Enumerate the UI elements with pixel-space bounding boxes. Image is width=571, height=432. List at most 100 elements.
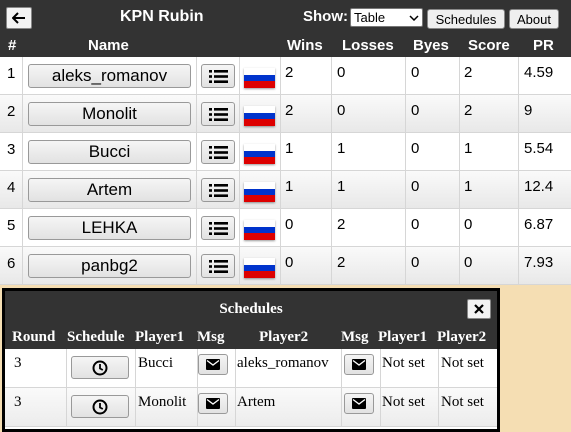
player-name-button[interactable]: Monolit	[28, 102, 191, 126]
player-rank: 1	[7, 65, 16, 82]
cell-divider	[239, 133, 240, 171]
cell-divider	[196, 171, 197, 209]
russia-flag-icon	[244, 106, 275, 126]
player-pr: 7.93	[524, 254, 554, 271]
schedule-player1: Bucci	[138, 355, 173, 371]
cell-divider	[22, 133, 23, 171]
player-score: 0	[464, 216, 473, 233]
cell-divider	[235, 388, 236, 427]
cell-divider	[196, 133, 197, 171]
col-wins: Wins	[287, 37, 323, 54]
list-icon	[208, 69, 228, 83]
table-header: # Name Wins Losses Byes Score PR	[0, 35, 571, 57]
player-name-button[interactable]: panbg2	[28, 254, 191, 278]
sched-col-round: Round	[12, 329, 56, 345]
list-icon	[208, 145, 228, 159]
player-losses: 2	[337, 254, 346, 271]
schedule-time-button[interactable]	[71, 356, 129, 379]
cell-divider	[331, 57, 332, 95]
envelope-icon	[352, 398, 366, 409]
cell-divider	[22, 57, 23, 95]
russia-flag-icon	[244, 68, 275, 88]
player-rank: 3	[7, 141, 16, 158]
player-name-button[interactable]: LEHKA	[28, 216, 191, 240]
player-pr: 12.4	[524, 178, 554, 195]
cell-divider	[22, 247, 23, 285]
cell-divider	[280, 133, 281, 171]
player-wins: 0	[285, 254, 294, 271]
player-details-button[interactable]	[201, 254, 235, 278]
cell-divider	[331, 95, 332, 133]
player-details-button[interactable]	[201, 178, 235, 202]
sched-col-msg1: Msg	[197, 329, 225, 345]
message-player1-button[interactable]	[198, 393, 228, 414]
cell-divider	[66, 349, 67, 388]
cell-divider	[280, 171, 281, 209]
close-button[interactable]	[467, 299, 491, 319]
cell-divider	[135, 349, 136, 388]
player-details-button[interactable]	[201, 64, 235, 88]
player-pr: 6.87	[524, 216, 554, 233]
cell-divider	[22, 171, 23, 209]
schedule-player2: Artem	[237, 394, 276, 410]
cell-divider	[196, 95, 197, 133]
cell-divider	[331, 247, 332, 285]
player-details-button[interactable]	[201, 140, 235, 164]
sched-col-schedule: Schedule	[67, 329, 125, 345]
message-player2-button[interactable]	[344, 354, 374, 375]
cell-divider	[331, 209, 332, 247]
player-pr: 4.59	[524, 64, 554, 81]
col-rank: #	[8, 37, 17, 54]
list-icon	[208, 107, 228, 121]
player-wins: 2	[285, 102, 294, 119]
cell-divider	[518, 133, 519, 171]
clock-icon	[92, 399, 108, 414]
player-details-button[interactable]	[201, 102, 235, 126]
player-rank: 6	[7, 255, 16, 272]
player-name-button[interactable]: Artem	[28, 178, 191, 202]
cell-divider	[518, 57, 519, 95]
cell-divider	[196, 209, 197, 247]
col-pr: PR	[533, 37, 554, 54]
sched-col-player1-status: Player1	[378, 329, 428, 345]
cell-divider	[196, 247, 197, 285]
player-byes: 0	[411, 178, 420, 195]
player-wins: 1	[285, 140, 294, 157]
sched-col-player1: Player1	[135, 329, 185, 345]
schedule-player2-status: Not set	[441, 394, 484, 410]
cell-divider	[438, 349, 439, 388]
cell-divider	[518, 209, 519, 247]
schedule-time-button[interactable]	[71, 395, 129, 418]
cell-divider	[459, 133, 460, 171]
cell-divider	[438, 388, 439, 427]
back-button[interactable]	[6, 7, 32, 29]
cell-divider	[341, 388, 342, 427]
cell-divider	[405, 171, 406, 209]
message-player1-button[interactable]	[198, 354, 228, 375]
schedules-header: Round Schedule Player1 Msg Player2 Msg P…	[5, 327, 497, 349]
cell-divider	[405, 209, 406, 247]
player-name-button[interactable]: Bucci	[28, 140, 191, 164]
schedules-button[interactable]: Schedules	[427, 9, 505, 29]
cell-divider	[380, 349, 381, 388]
page-title: KPN Rubin	[120, 8, 204, 25]
message-player2-button[interactable]	[344, 393, 374, 414]
cell-divider	[405, 57, 406, 95]
player-pr: 5.54	[524, 140, 554, 157]
player-score: 0	[464, 254, 473, 271]
close-icon	[474, 304, 484, 314]
schedule-round: 3	[14, 355, 22, 371]
arrow-left-icon	[12, 12, 25, 24]
player-rank: 5	[7, 217, 16, 234]
cell-divider	[459, 209, 460, 247]
cell-divider	[135, 388, 136, 427]
player-name-button[interactable]: aleks_romanov	[28, 64, 191, 88]
player-details-button[interactable]	[201, 216, 235, 240]
schedule-row: 3 Monolit Artem Not set Not set	[5, 388, 497, 427]
schedule-round: 3	[14, 394, 22, 410]
envelope-icon	[352, 359, 366, 370]
about-button[interactable]: About	[509, 9, 559, 29]
list-icon	[208, 221, 228, 235]
schedules-panel: Schedules Round Schedule Player1 Msg Pla…	[2, 288, 500, 432]
show-select[interactable]: Table	[350, 8, 423, 27]
